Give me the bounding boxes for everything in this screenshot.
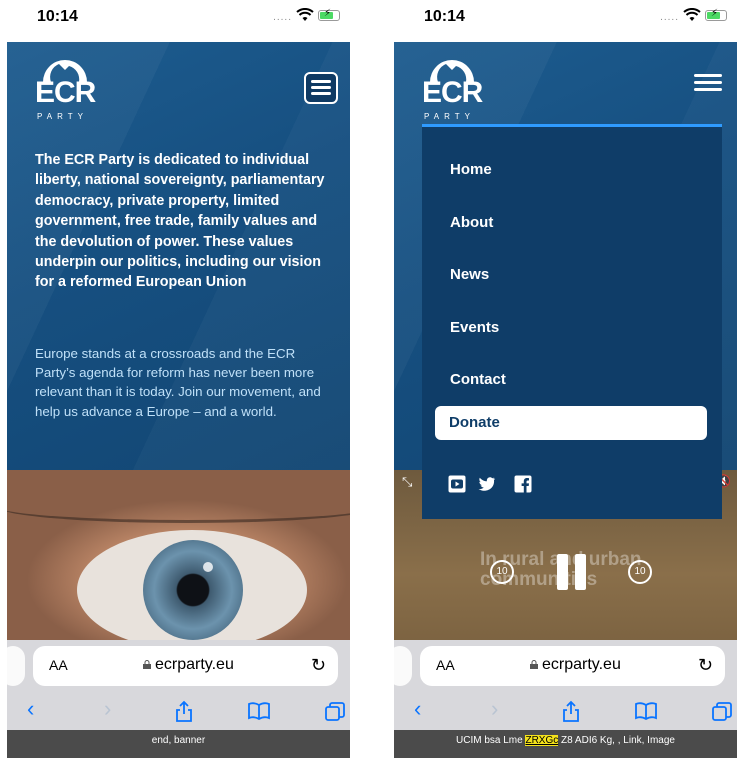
accessibility-caption: UCIM bsa Lme ZRXGc Z8 ADI6 Kg, , Link, I…: [394, 730, 737, 758]
tabs-icon[interactable]: [325, 702, 345, 722]
reload-icon[interactable]: ↻: [698, 655, 713, 676]
logo-word: ECR: [422, 76, 483, 109]
phone-screen-right: 10:14 ..... ⚡ ECR PARTY ⤡ 🔇 In rural and…: [394, 0, 737, 758]
forward-icon[interactable]: ›: [491, 696, 498, 722]
nav-item-contact[interactable]: Contact: [450, 371, 506, 388]
logo-sub: PARTY: [37, 112, 88, 121]
signal-dots: .....: [273, 12, 292, 23]
safari-toolbar: ‹ ›: [394, 690, 737, 730]
caption-highlight: ZRXGc: [525, 735, 559, 746]
phone-screen-left: 10:14 ..... ⚡ ECR PARTY The ECR Party is…: [7, 0, 350, 758]
wifi-icon: [683, 8, 701, 21]
nav-item-about[interactable]: About: [450, 214, 493, 231]
reload-icon[interactable]: ↻: [311, 655, 326, 676]
wifi-icon: [296, 8, 314, 21]
pause-icon[interactable]: [557, 554, 587, 590]
lock-icon: [143, 660, 151, 669]
battery-icon: ⚡: [705, 8, 727, 21]
site-header: ECR PARTY The ECR Party is dedicated to …: [7, 42, 350, 470]
menu-button[interactable]: [304, 72, 338, 104]
lead-paragraph: The ECR Party is dedicated to individual…: [35, 152, 325, 291]
signal-dots: .....: [660, 12, 679, 23]
reader-aa-button[interactable]: AA: [49, 657, 68, 673]
safari-toolbar: ‹ ›: [7, 690, 350, 730]
url-text[interactable]: ecrparty.eu: [155, 656, 234, 674]
tabs-icon[interactable]: [712, 702, 732, 722]
back-icon[interactable]: ‹: [414, 696, 421, 722]
bookmarks-icon[interactable]: [634, 702, 658, 720]
forward-icon[interactable]: ›: [104, 696, 111, 722]
caption-before: UCIM bsa Lme: [456, 735, 526, 746]
donate-button[interactable]: Donate: [435, 406, 707, 440]
status-bar: 10:14 ..... ⚡: [7, 0, 350, 42]
caption-after: Z8 ADI6 Kg, , Link, Image: [558, 735, 675, 746]
skip-back-10-icon[interactable]: 10: [490, 560, 514, 584]
nav-item-news[interactable]: News: [450, 266, 489, 283]
skip-forward-10-icon[interactable]: 10: [628, 560, 652, 584]
logo-word: ECR: [35, 76, 96, 109]
status-time: 10:14: [424, 8, 465, 25]
donate-label: Donate: [449, 414, 500, 431]
previous-tab-edge[interactable]: [394, 646, 412, 686]
reader-aa-button[interactable]: AA: [436, 657, 455, 673]
youtube-icon[interactable]: [448, 475, 466, 493]
share-icon[interactable]: [561, 700, 581, 722]
share-icon[interactable]: [174, 700, 194, 722]
nav-item-events[interactable]: Events: [450, 319, 499, 336]
intro-paragraph: Europe stands at a crossroads and the EC…: [35, 346, 321, 419]
facebook-icon[interactable]: [514, 475, 532, 493]
ecr-logo[interactable]: ECR PARTY: [422, 54, 483, 121]
back-icon[interactable]: ‹: [27, 696, 34, 722]
menu-button[interactable]: [694, 74, 724, 98]
address-bar[interactable]: AA ecrparty.eu ↻: [420, 646, 725, 686]
lock-icon: [530, 660, 538, 669]
expand-icon[interactable]: ⤡: [402, 474, 412, 490]
bookmarks-icon[interactable]: [247, 702, 271, 720]
logo-sub: PARTY: [424, 112, 475, 121]
status-bar: 10:14 ..... ⚡: [394, 0, 737, 42]
status-time: 10:14: [37, 8, 78, 25]
battery-icon: ⚡: [318, 8, 340, 21]
nav-item-home[interactable]: Home: [450, 161, 492, 178]
previous-tab-edge[interactable]: [7, 646, 25, 686]
url-text[interactable]: ecrparty.eu: [542, 656, 621, 674]
accessibility-caption: end, banner: [7, 730, 350, 758]
address-bar[interactable]: AA ecrparty.eu ↻: [33, 646, 338, 686]
twitter-icon[interactable]: [478, 475, 496, 493]
nav-dropdown-panel: Home About News Events Contact Donate: [422, 127, 722, 519]
ecr-logo[interactable]: ECR PARTY: [35, 54, 96, 121]
